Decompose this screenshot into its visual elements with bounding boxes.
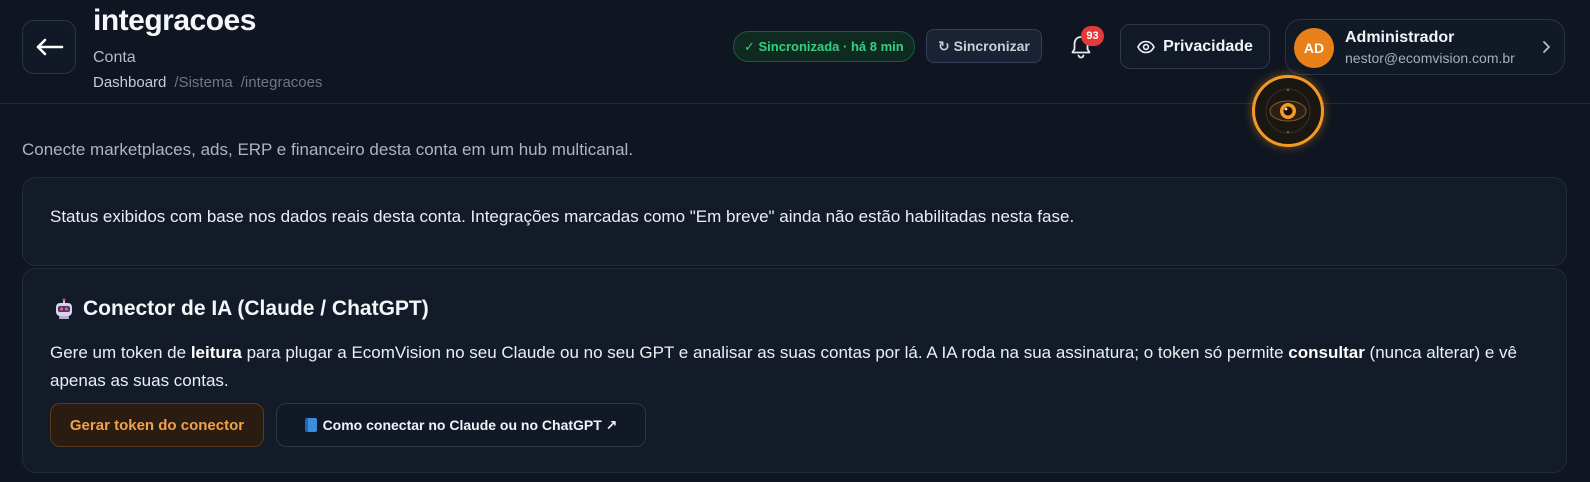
how-to-connect-label: Como conectar no Claude ou no ChatGPT ↗ <box>322 416 618 433</box>
avatar: AD <box>1294 28 1334 68</box>
desc-part: para plugar a EcomVision no seu Claude o… <box>241 343 1289 362</box>
user-email: nestor@ecomvision.com.br <box>1345 50 1515 66</box>
ai-connector-card: Conector de IA (Claude / ChatGPT) Gere u… <box>22 268 1567 473</box>
ai-connector-description: Gere um token de leitura para plugar a E… <box>50 339 1550 395</box>
ai-connector-heading: Conector de IA (Claude / ChatGPT) <box>53 297 429 321</box>
desc-part: Gere um token de <box>50 343 191 362</box>
page-subtitle: Conta <box>93 49 136 66</box>
page-header: integracoes Conta Dashboard /Sistema /in… <box>0 0 1590 104</box>
breadcrumb-dashboard[interactable]: Dashboard <box>93 74 166 91</box>
privacy-button[interactable]: Privacidade <box>1120 24 1270 69</box>
generate-token-button[interactable]: Gerar token do conector <box>50 403 264 447</box>
sync-status-badge: ✓ Sincronizada · há 8 min <box>733 31 915 62</box>
chevron-right-icon <box>1543 41 1550 53</box>
assistant-eye-logo[interactable] <box>1252 75 1324 147</box>
how-to-connect-button[interactable]: Como conectar no Claude ou no ChatGPT ↗ <box>276 403 646 447</box>
robot-icon <box>56 298 72 319</box>
breadcrumb-integracoes: /integracoes <box>240 74 323 91</box>
ai-connector-title: Conector de IA (Claude / ChatGPT) <box>83 297 429 320</box>
back-button[interactable] <box>22 20 76 74</box>
arrow-left-icon <box>36 38 64 56</box>
user-name: Administrador <box>1345 29 1455 46</box>
sync-button[interactable]: ↻ Sincronizar <box>926 29 1042 63</box>
notification-count-badge: 93 <box>1081 26 1104 46</box>
status-notice-text: Status exibidos com base nos dados reais… <box>50 207 1075 226</box>
page-title: integracoes <box>93 4 256 37</box>
eye-icon <box>1137 40 1155 53</box>
eye-logo-icon <box>1265 88 1311 134</box>
intro-text: Conecte marketplaces, ads, ERP e finance… <box>22 140 634 159</box>
desc-bold-consultar: consultar <box>1288 343 1365 362</box>
status-notice-card: Status exibidos com base nos dados reais… <box>22 177 1567 266</box>
user-menu[interactable]: AD Administrador nestor@ecomvision.com.b… <box>1285 19 1565 75</box>
privacy-button-label: Privacidade <box>1163 37 1253 55</box>
breadcrumb-sistema[interactable]: /Sistema <box>174 74 232 91</box>
desc-bold-leitura: leitura <box>190 343 242 362</box>
breadcrumb: Dashboard /Sistema /integracoes <box>93 74 322 91</box>
book-icon <box>304 418 317 432</box>
